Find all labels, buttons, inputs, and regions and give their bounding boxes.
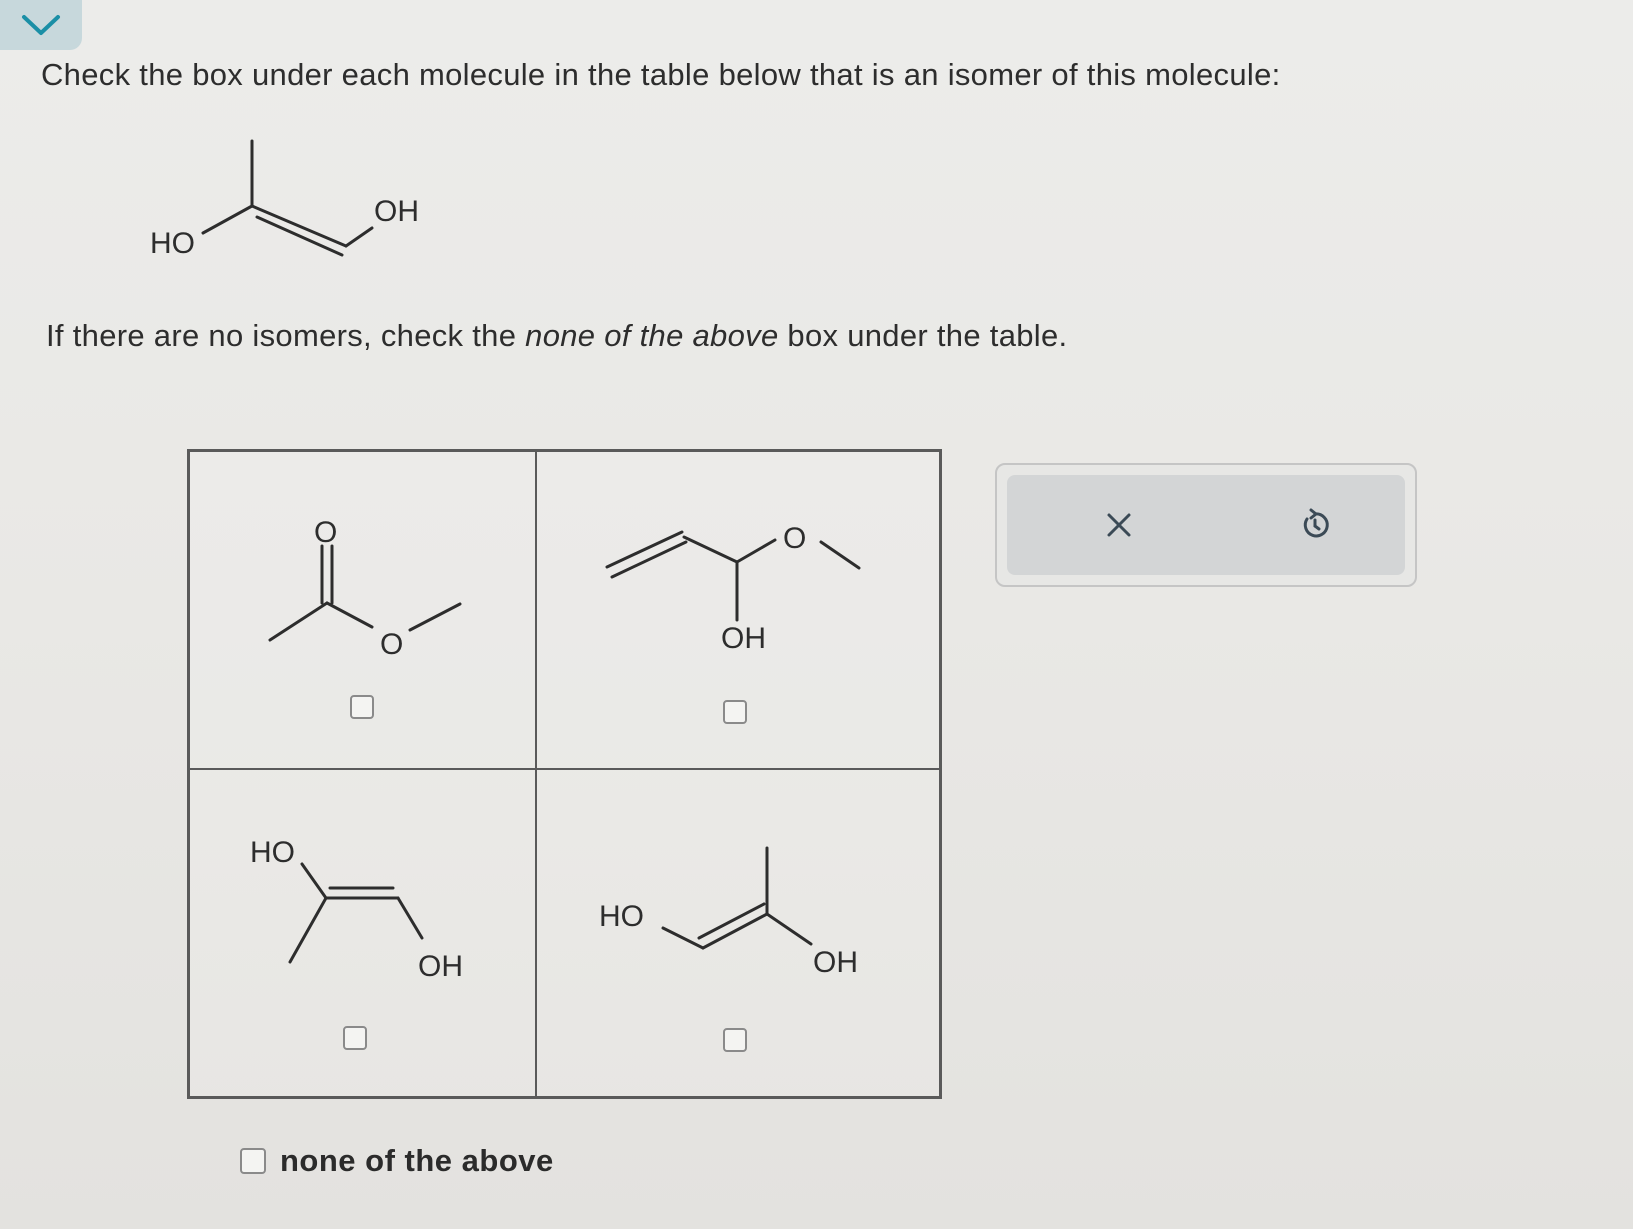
question-prompt: Check the box under each molecule in the… bbox=[41, 57, 1281, 92]
chevron-down-icon bbox=[22, 15, 60, 35]
none-of-the-above-option[interactable]: none of the above bbox=[240, 1143, 554, 1179]
option-3-label-oh: OH bbox=[418, 950, 463, 983]
option-3-label-ho: HO bbox=[250, 836, 295, 869]
close-icon bbox=[1107, 513, 1131, 537]
option-3-checkbox[interactable] bbox=[343, 1026, 367, 1050]
option-cell-4: HO OH bbox=[537, 770, 939, 1096]
molecule-option-3: HO OH bbox=[250, 836, 463, 983]
option-2-checkbox[interactable] bbox=[723, 700, 747, 724]
none-of-the-above-checkbox[interactable] bbox=[240, 1148, 266, 1174]
option-cell-3: HO OH bbox=[190, 770, 537, 1096]
option-2-label-oh: OH bbox=[721, 622, 766, 655]
undo-icon bbox=[1303, 508, 1329, 538]
option-4-checkbox[interactable] bbox=[723, 1028, 747, 1052]
option-1-checkbox[interactable] bbox=[350, 695, 374, 719]
option-1-label-ether-o: O bbox=[380, 628, 403, 661]
option-cell-1: O O bbox=[190, 452, 537, 770]
action-toolbar bbox=[1007, 475, 1405, 575]
none-instruction: If there are no isomers, check the none … bbox=[46, 318, 1067, 354]
target-molecule: HO OH bbox=[150, 139, 419, 260]
molecule-option-1: O O bbox=[268, 516, 462, 661]
action-panel bbox=[995, 463, 1417, 587]
option-4-label-ho: HO bbox=[599, 900, 644, 933]
option-1-label-carbonyl-o: O bbox=[314, 516, 337, 549]
instruction-text-before: If there are no isomers, check the bbox=[46, 318, 526, 353]
clear-button[interactable] bbox=[1099, 505, 1139, 545]
instruction-text-after: box under the table. bbox=[778, 318, 1068, 353]
none-of-the-above-label: none of the above bbox=[280, 1143, 554, 1178]
option-4-label-oh: OH bbox=[813, 946, 858, 979]
option-2-label-ether-o: O bbox=[783, 522, 806, 555]
target-label-ho: HO bbox=[150, 227, 195, 260]
option-cell-2: O OH bbox=[537, 452, 939, 770]
instruction-emphasis: none of the above bbox=[525, 318, 779, 353]
target-label-oh: OH bbox=[374, 195, 419, 228]
undo-button[interactable] bbox=[1295, 505, 1335, 545]
isomer-options-table: O O O OH HO OH HO OH bbox=[187, 449, 942, 1099]
collapse-toggle[interactable] bbox=[0, 0, 82, 50]
